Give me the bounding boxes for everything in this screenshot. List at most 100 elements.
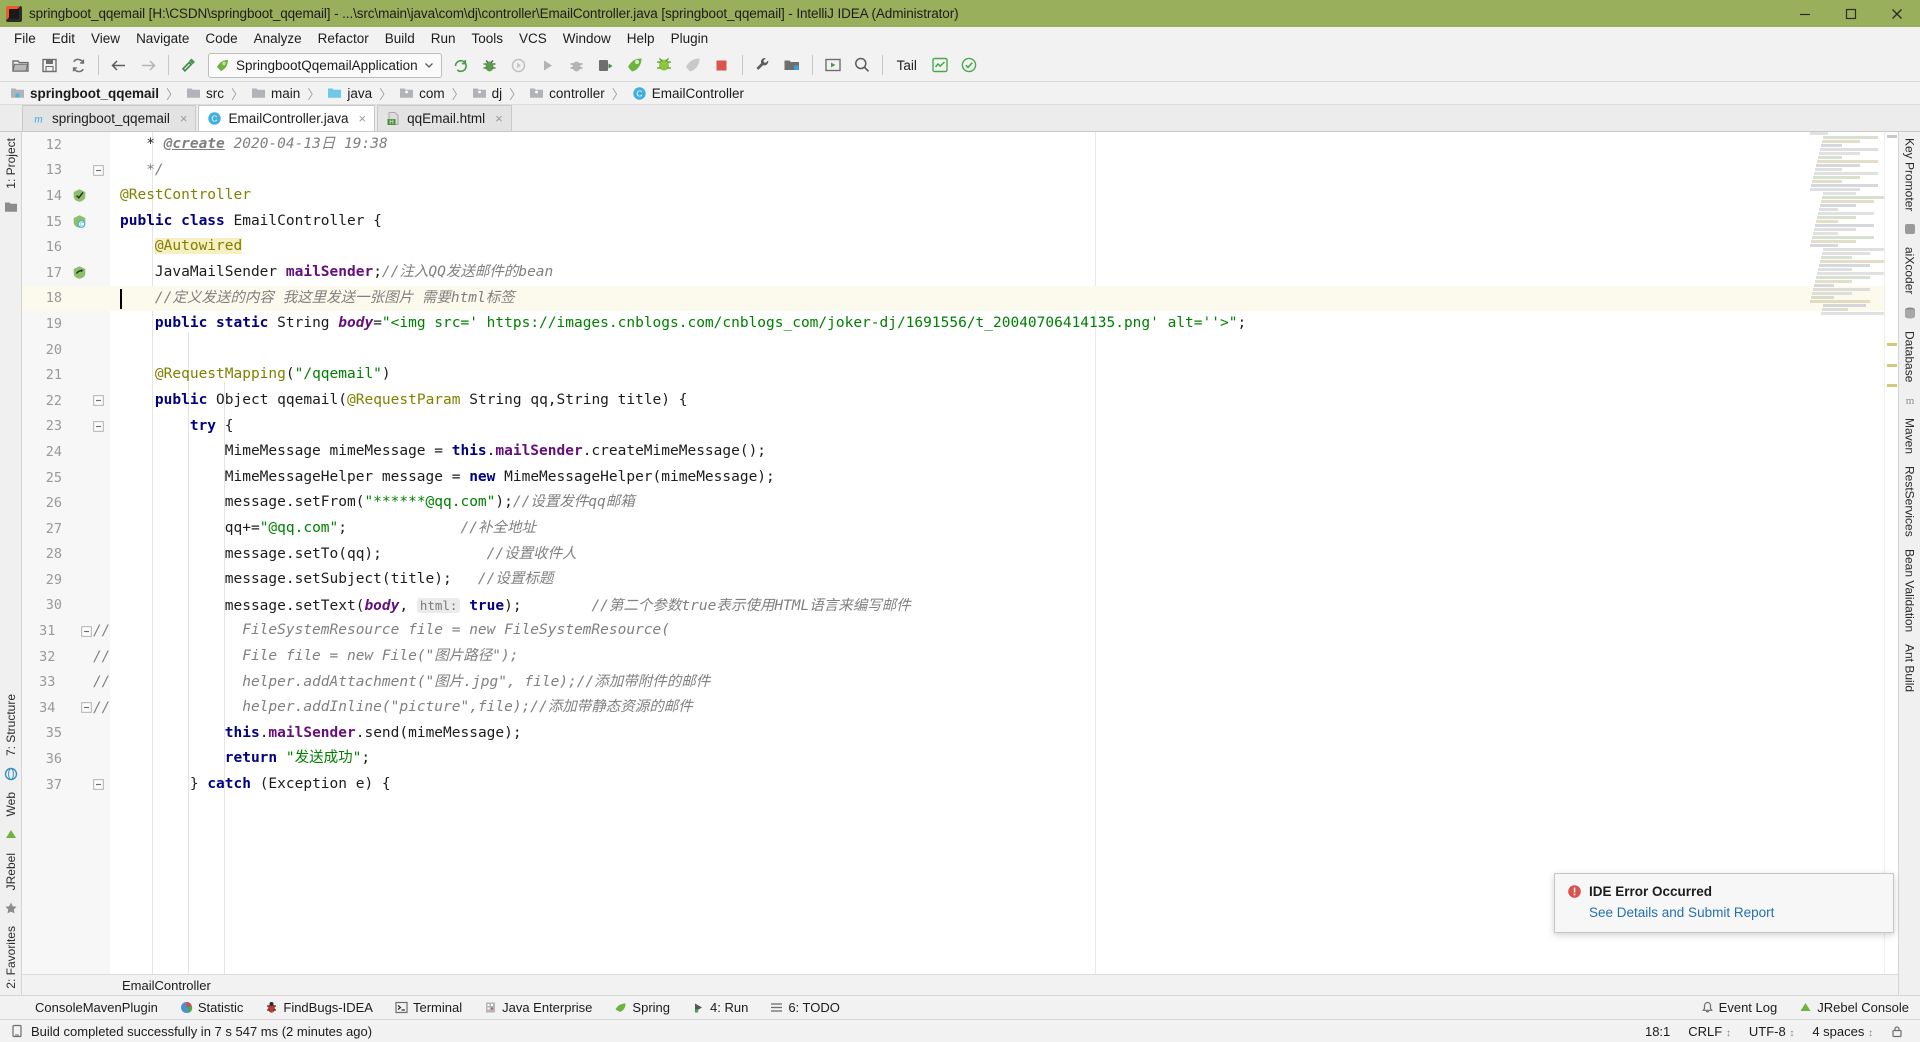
gutter-line[interactable]: 23 [22,414,110,440]
code-line[interactable]: helper.addInline("picture",file);//添加带静态… [110,695,1884,721]
gutter-line[interactable]: 20 [22,337,110,363]
bottom-item-terminal[interactable]: Terminal [384,998,473,1017]
breadcrumb-item-class[interactable]: C EmailController [630,86,746,101]
editor-breadcrumb[interactable]: EmailController [22,974,1898,995]
menu-view[interactable]: View [83,29,128,48]
code-line[interactable]: message.setFrom("******@qq.com");//设置发件q… [110,490,1884,516]
caret-position[interactable]: 18:1 [1636,1022,1679,1041]
check-circle-icon[interactable] [955,52,983,78]
code-line[interactable]: message.setSubject(title); //设置标题 [110,567,1884,593]
gutter-line[interactable]: 21 [22,362,110,388]
fold-toggle[interactable] [80,702,93,714]
code-line[interactable]: qq+="@qq.com"; //补全地址 [110,516,1884,542]
close-button[interactable] [1874,0,1920,27]
code-line[interactable]: message.setText(body, html: true); //第二个… [110,593,1884,619]
menu-window[interactable]: Window [555,29,619,48]
bottom-item-spring[interactable]: Spring [603,998,681,1017]
line-separator[interactable]: CRLF ↕ [1679,1022,1740,1041]
gutter-line[interactable]: 25 [22,465,110,491]
gutter-line[interactable]: 31 // [22,618,110,644]
bottom-item-run[interactable]: 4: Run [681,998,759,1017]
code-line[interactable]: * @create 2020-04-13日 19:38 [110,132,1884,158]
debug-bug-icon[interactable] [476,52,504,78]
sidebar-item-bean-validation[interactable]: Bean Validation [1901,543,1919,638]
gutter-line[interactable]: 30 [22,593,110,619]
sidebar-item-key-promoter[interactable]: Key Promoter [1901,132,1919,217]
update-project-icon[interactable] [819,52,847,78]
fold-toggle[interactable] [90,395,106,407]
code-line[interactable]: public static String body="<img src=' ht… [110,311,1884,337]
code-line[interactable]: MimeMessage mimeMessage = this.mailSende… [110,439,1884,465]
code-line[interactable]: this.mailSender.send(mimeMessage); [110,721,1884,747]
spring-bean-icon[interactable]: C [68,214,90,229]
sidebar-item-favorites[interactable]: 2: Favorites [2,920,20,995]
gutter-line[interactable]: 35 [22,721,110,747]
bottom-item-java-enterprise[interactable]: Java Enterprise [473,998,603,1017]
spring-boot-run-icon[interactable] [621,52,649,78]
code-line[interactable]: MimeMessageHelper message = new MimeMess… [110,465,1884,491]
gutter-line[interactable]: 27 [22,516,110,542]
project-structure-icon[interactable] [778,52,806,78]
gutter-line[interactable]: 22 [22,388,110,414]
gutter-line[interactable]: 24 [22,439,110,465]
minimize-button[interactable] [1782,0,1828,27]
settings-wrench-icon[interactable] [749,52,777,78]
gutter-line[interactable]: 14 [22,183,110,209]
forward-arrow-icon[interactable] [134,52,162,78]
gutter-line[interactable]: 33 // [22,669,110,695]
tab-close-icon[interactable]: × [359,111,367,126]
gutter-line[interactable]: 32 // [22,644,110,670]
code-line[interactable]: */ [110,158,1884,184]
gutter-line[interactable]: 13 [22,158,110,184]
sidebar-item-structure[interactable]: 7: Structure [2,688,20,762]
code-line[interactable] [110,337,1884,363]
editor-gutter[interactable]: 12 13 14 15 C 16 17 18 19 20 21 22 23 24 25 26 27 28 29 30 3… [22,132,110,974]
gutter-line[interactable]: 15 C [22,209,110,235]
gutter-line[interactable]: 29 [22,567,110,593]
bottom-item-event-log[interactable]: Event Log [1690,998,1789,1017]
menu-help[interactable]: Help [619,29,663,48]
menu-vcs[interactable]: VCS [511,29,555,48]
code-line[interactable]: File file = new File("图片路径"); [110,644,1884,670]
search-everywhere-icon[interactable] [848,52,876,78]
error-stripe[interactable] [1884,132,1898,974]
save-all-icon[interactable] [35,52,63,78]
breadcrumb-item-com[interactable]: com [397,86,447,101]
breadcrumb-item-main[interactable]: main [249,86,302,101]
spring-boot-run-dashboard-icon[interactable] [679,52,707,78]
bottom-item-findbugs-idea[interactable]: FindBugs-IDEA [254,998,384,1017]
gutter-line[interactable]: 37 [22,772,110,798]
menu-refactor[interactable]: Refactor [310,29,377,48]
sidebar-item-database[interactable]: Database [1901,325,1919,388]
code-line[interactable]: return "发送成功"; [110,746,1884,772]
fold-toggle[interactable] [90,421,106,432]
gutter-line[interactable]: 28 [22,542,110,568]
menu-build[interactable]: Build [377,29,423,48]
code-line[interactable]: //定义发送的内容 我这里发送一张图片 需要html标签 [110,285,1884,312]
breadcrumb-item-module[interactable]: springboot_qqemail [8,86,161,101]
maximize-button[interactable] [1828,0,1874,27]
indent-setting[interactable]: 4 spaces ↕ [1803,1022,1882,1041]
tail-button[interactable]: Tail [889,58,925,73]
stop-icon[interactable] [708,52,736,78]
fold-toggle[interactable] [80,625,93,637]
code-line[interactable]: helper.addAttachment("图片.jpg", file);//添… [110,670,1884,696]
sync-refresh-icon[interactable] [64,52,92,78]
code-line[interactable]: @RequestMapping("/qqemail") [110,362,1884,388]
bottom-item-jrebel-console[interactable]: JRebel Console [1788,998,1920,1017]
sidebar-item-ant-build[interactable]: Ant Build [1901,638,1919,698]
gutter-line[interactable]: 36 [22,746,110,772]
gutter-line[interactable]: 18 [22,285,110,312]
gutter-line[interactable]: 19 [22,311,110,337]
notification-link[interactable]: See Details and Submit Report [1567,905,1774,920]
sidebar-item-maven[interactable]: Maven [1901,412,1919,460]
plugin-chart-icon[interactable] [926,52,954,78]
gutter-line[interactable]: 12 [22,132,110,158]
back-arrow-icon[interactable] [105,52,133,78]
code-line[interactable]: public Object qqemail(@RequestParam Stri… [110,388,1884,414]
gutter-line[interactable]: 34 // [22,695,110,721]
bean-check-icon[interactable] [68,188,90,203]
run-icon[interactable] [534,52,562,78]
sidebar-item-jrebel[interactable]: JRebel [2,847,20,896]
tab-close-icon[interactable]: × [180,111,188,126]
